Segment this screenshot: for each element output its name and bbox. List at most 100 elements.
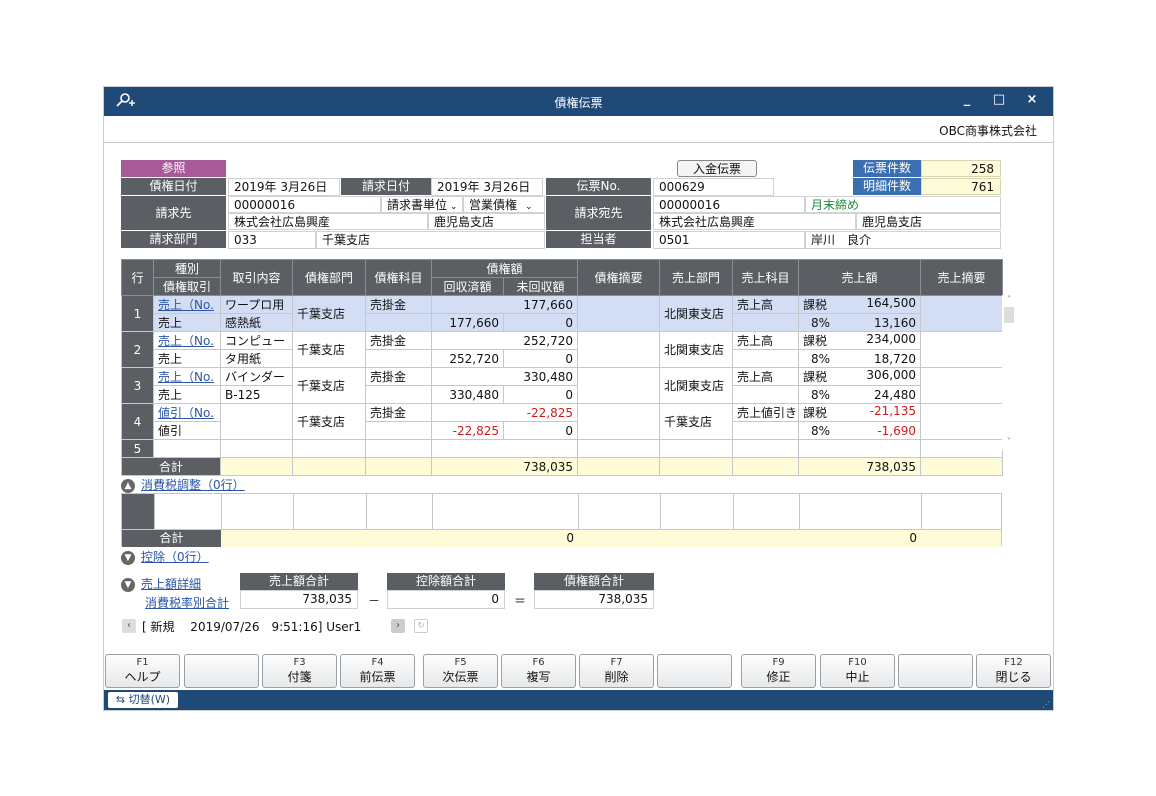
- empty-cell[interactable]: [365, 439, 432, 458]
- debt-date-field[interactable]: 2019年 3月26日: [228, 178, 340, 196]
- summary-cell[interactable]: [577, 403, 661, 440]
- empty-cell[interactable]: [577, 439, 661, 458]
- tax-cell[interactable]: 8% 24,480: [798, 385, 922, 404]
- account-cell[interactable]: 売掛金: [365, 331, 432, 350]
- uncollected-cell[interactable]: 0: [502, 349, 579, 368]
- staff-code-field[interactable]: 0501: [653, 231, 805, 249]
- blank-button[interactable]: [184, 654, 259, 688]
- bill-address-code-field[interactable]: 00000016: [653, 196, 805, 213]
- summary-cell[interactable]: [577, 367, 661, 404]
- summary-cell[interactable]: [577, 331, 661, 368]
- amount-cell[interactable]: 252,720: [430, 331, 579, 350]
- bill-to-code-field[interactable]: 00000016: [228, 196, 381, 213]
- help-button[interactable]: F1 ヘルプ: [105, 654, 180, 688]
- sales-amount-cell[interactable]: 課税 -21,135: [798, 403, 922, 422]
- tax-rate-total-link[interactable]: 消費税率別合計: [145, 594, 229, 611]
- sales-amount-cell[interactable]: 課税 306,000: [798, 367, 922, 386]
- grid-scrollbar[interactable]: ˄ ˅: [1002, 295, 1016, 450]
- reference-label[interactable]: 参照: [121, 160, 226, 177]
- maximize-button[interactable]: □: [988, 92, 1010, 107]
- sales-account-cell[interactable]: 売上高: [732, 331, 800, 350]
- account-cell[interactable]: 売掛金: [365, 295, 432, 314]
- payment-slip-button[interactable]: 入金伝票: [677, 160, 757, 177]
- empty-cell[interactable]: [659, 439, 734, 458]
- amount-cell[interactable]: 177,660: [430, 295, 579, 314]
- sales-amount-cell[interactable]: 課税 234,000: [798, 331, 922, 350]
- debt-type-select[interactable]: 営業債権 ⌄: [463, 196, 545, 213]
- sales-summary-cell[interactable]: [920, 403, 1004, 440]
- next-slip-button[interactable]: F5 次伝票: [423, 654, 498, 688]
- table-row[interactable]: 5: [121, 439, 1004, 458]
- bill-unit-select[interactable]: 請求書単位 ⌄: [381, 196, 463, 213]
- tax-cell[interactable]: 8% 18,720: [798, 349, 922, 368]
- close-button[interactable]: ×: [1021, 92, 1043, 107]
- tax-adjust-toggle[interactable]: ▲ 消費税調整（0行）: [121, 476, 245, 493]
- sticky-note-button[interactable]: F3 付箋: [262, 654, 337, 688]
- empty-cell[interactable]: [732, 439, 800, 458]
- tax-cell[interactable]: 8% 13,160: [798, 313, 922, 332]
- uncollected-cell[interactable]: 0: [502, 313, 579, 332]
- kind-link[interactable]: 売上（No.: [153, 331, 221, 350]
- amount-cell[interactable]: -22,825: [430, 403, 579, 422]
- sales-account-cell[interactable]: 売上高: [732, 367, 800, 386]
- row-number[interactable]: 5: [121, 439, 154, 458]
- account-cell[interactable]: 売掛金: [365, 403, 432, 422]
- blank-button[interactable]: [898, 654, 973, 688]
- sales-dept-cell[interactable]: 北関東支店: [659, 331, 734, 368]
- sales-summary-cell[interactable]: [920, 367, 1004, 404]
- scroll-thumb[interactable]: [1004, 307, 1014, 323]
- bill-date-field[interactable]: 2019年 3月26日: [431, 178, 543, 196]
- tax-cell[interactable]: 8% -1,690: [798, 421, 922, 440]
- empty-cell[interactable]: [920, 439, 1004, 458]
- sales-detail-toggle[interactable]: ▼ 売上額詳細: [121, 575, 201, 592]
- cancel-button[interactable]: F10 中止: [820, 654, 895, 688]
- collected-cell[interactable]: -22,825: [431, 421, 504, 440]
- collected-cell[interactable]: 330,480: [431, 385, 504, 404]
- table-row[interactable]: 売上 タ用紙 252,720 0 8% 18,720: [122, 349, 1003, 368]
- empty-cell[interactable]: [153, 439, 221, 458]
- next-arrow-icon[interactable]: ›: [391, 619, 405, 633]
- table-row[interactable]: 3 売上（No. バインダー 千葉支店 売掛金 330,480 北関東支店 売上…: [121, 367, 1004, 404]
- empty-cell[interactable]: [430, 439, 579, 458]
- row-number[interactable]: 4: [121, 403, 154, 440]
- sales-dept-cell[interactable]: 千葉支店: [659, 403, 734, 440]
- sales-account-cell[interactable]: 売上値引き: [732, 403, 800, 422]
- dept-cell[interactable]: 千葉支店: [292, 295, 366, 332]
- table-row[interactable]: 売上 B-125 330,480 0 8% 24,480: [122, 385, 1003, 404]
- empty-cell[interactable]: [292, 439, 366, 458]
- resize-grip-icon[interactable]: ⋰: [1042, 700, 1050, 709]
- sales-account-cell[interactable]: 売上高: [732, 295, 800, 314]
- amount-cell[interactable]: 330,480: [430, 367, 579, 386]
- table-row[interactable]: 1 売上（No. ワープロ用 千葉支店 売掛金 177,660 北関東支店 売上…: [121, 295, 1004, 332]
- table-row[interactable]: 2 売上（No. コンピュー 千葉支店 売掛金 252,720 北関東支店 売上…: [121, 331, 1004, 368]
- row-number[interactable]: 2: [121, 331, 154, 368]
- scroll-down-icon[interactable]: ˅: [1002, 437, 1016, 448]
- content-cell[interactable]: バインダー: [220, 367, 293, 386]
- account-cell[interactable]: 売掛金: [365, 367, 432, 386]
- content-cell[interactable]: ワープロ用: [220, 295, 293, 314]
- sales-summary-cell[interactable]: [920, 331, 1004, 368]
- minimize-button[interactable]: _: [956, 92, 978, 107]
- collected-cell[interactable]: 252,720: [431, 349, 504, 368]
- dept-code-field[interactable]: 033: [228, 231, 316, 249]
- collected-cell[interactable]: 177,660: [431, 313, 504, 332]
- prev-slip-button[interactable]: F4 前伝票: [340, 654, 415, 688]
- switch-button[interactable]: ⇆ 切替(W): [108, 692, 178, 708]
- row-number[interactable]: 1: [121, 295, 154, 332]
- dept-cell[interactable]: 千葉支店: [292, 367, 366, 404]
- empty-cell[interactable]: [798, 439, 922, 458]
- row-number[interactable]: 3: [121, 367, 154, 404]
- sales-summary-cell[interactable]: [920, 295, 1004, 332]
- kind-link[interactable]: 売上（No.: [153, 295, 221, 314]
- slip-no-field[interactable]: 000629: [653, 178, 774, 196]
- kind-link[interactable]: 売上（No.: [153, 367, 221, 386]
- close-window-button[interactable]: F12 閉じる: [976, 654, 1051, 688]
- uncollected-cell[interactable]: 0: [502, 421, 579, 440]
- content-cell[interactable]: コンピュー: [220, 331, 293, 350]
- sales-dept-cell[interactable]: 北関東支店: [659, 295, 734, 332]
- delete-button[interactable]: F7 削除: [579, 654, 654, 688]
- sales-amount-cell[interactable]: 課税 164,500: [798, 295, 922, 314]
- table-row[interactable]: 4 値引（No. 千葉支店 売掛金 -22,825 千葉支店 売上値引き 課税 -…: [121, 403, 1004, 440]
- content-cell[interactable]: [220, 403, 293, 440]
- dept-cell[interactable]: 千葉支店: [292, 331, 366, 368]
